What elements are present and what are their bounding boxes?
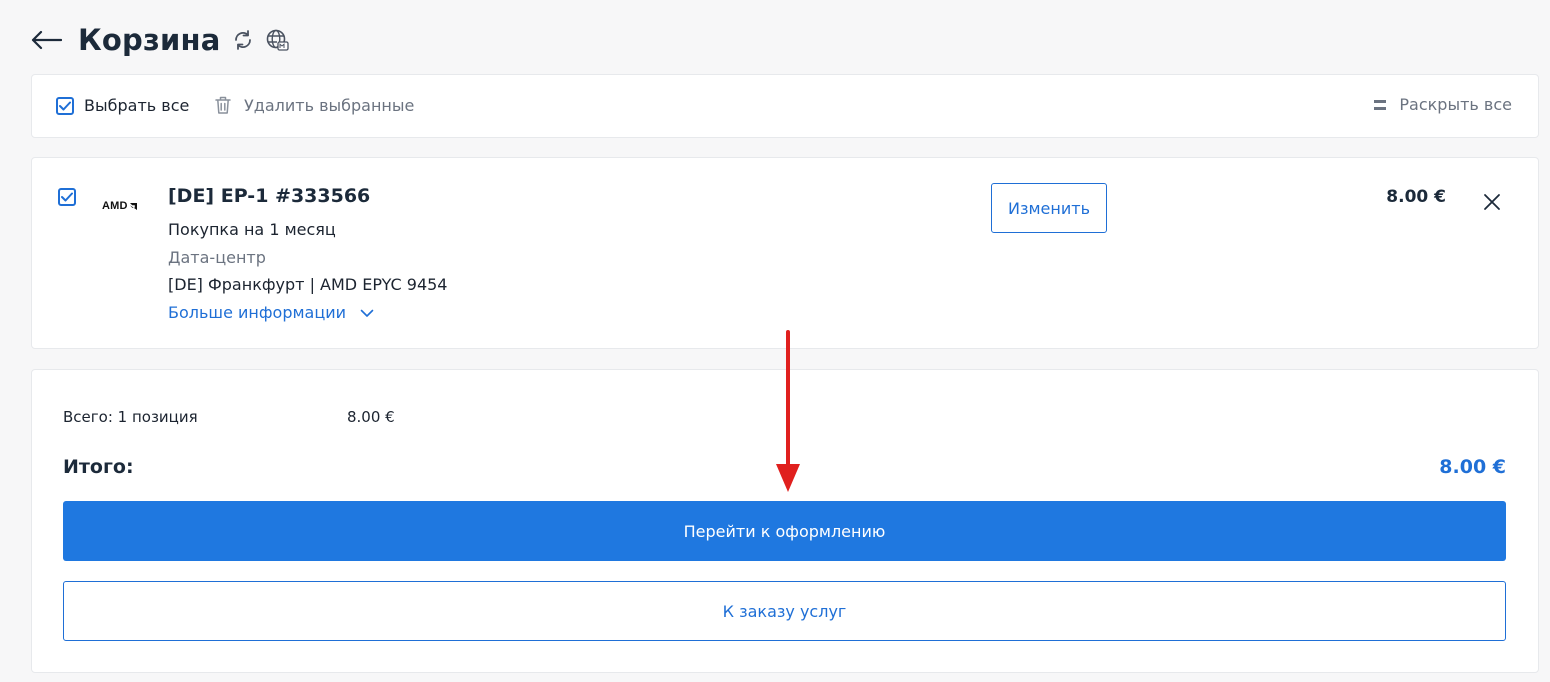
checkout-button[interactable]: Перейти к оформлению <box>63 501 1506 561</box>
datacenter-label: Дата-центр <box>168 248 266 267</box>
delete-selected-button[interactable]: Удалить выбранные <box>214 95 414 115</box>
order-services-button[interactable]: К заказу услуг <box>63 581 1506 641</box>
cart-toolbar: Выбрать все Удалить выбранные Раскрыть в… <box>31 74 1539 138</box>
remove-item-button[interactable] <box>1482 192 1502 212</box>
trash-icon <box>215 96 231 114</box>
language-button[interactable] <box>265 28 289 52</box>
checkmark-icon <box>61 192 73 202</box>
expand-all-label: Раскрыть все <box>1399 95 1512 114</box>
item-period: Покупка на 1 месяц <box>168 220 336 239</box>
expand-icon <box>1374 99 1387 110</box>
page-title: Корзина <box>78 23 221 57</box>
datacenter-value: [DE] Франкфурт | AMD EPYC 9454 <box>168 275 448 294</box>
grand-total-label: Итого: <box>63 456 134 478</box>
select-all-checkbox[interactable] <box>56 96 74 115</box>
back-button[interactable] <box>30 28 64 52</box>
arrow-left-icon <box>31 30 62 50</box>
select-all-label: Выбрать все <box>84 96 190 115</box>
checkmark-icon <box>59 101 71 110</box>
close-icon <box>1484 194 1500 210</box>
globe-icon <box>266 29 289 51</box>
grand-total-value: 8.00 € <box>1439 456 1506 478</box>
amd-logo-text: AMD <box>102 200 128 212</box>
total-positions-label: Всего: 1 позиция <box>63 408 198 426</box>
total-positions-value: 8.00 € <box>347 408 395 426</box>
refresh-icon <box>234 30 251 50</box>
amd-arrow-icon <box>129 202 137 210</box>
expand-all-button[interactable]: Раскрыть все <box>1373 95 1512 114</box>
more-info-link[interactable]: Больше информации <box>168 303 374 322</box>
amd-logo: AMD <box>102 200 138 212</box>
page-header: Корзина <box>30 20 289 60</box>
select-all-toggle[interactable]: Выбрать все <box>56 96 189 115</box>
cart-item: AMD [DE] EP-1 #333566 Покупка на 1 месяц… <box>31 157 1539 349</box>
chevron-down-icon <box>360 309 374 317</box>
delete-selected-label: Удалить выбранные <box>244 95 415 115</box>
refresh-button[interactable] <box>231 28 255 52</box>
item-price: 8.00 € <box>1386 187 1446 207</box>
more-info-label: Больше информации <box>168 303 347 322</box>
item-checkbox[interactable] <box>58 188 76 206</box>
item-title: [DE] EP-1 #333566 <box>168 185 371 207</box>
edit-button[interactable]: Изменить <box>991 183 1107 233</box>
annotation-arrow-icon <box>776 330 800 492</box>
